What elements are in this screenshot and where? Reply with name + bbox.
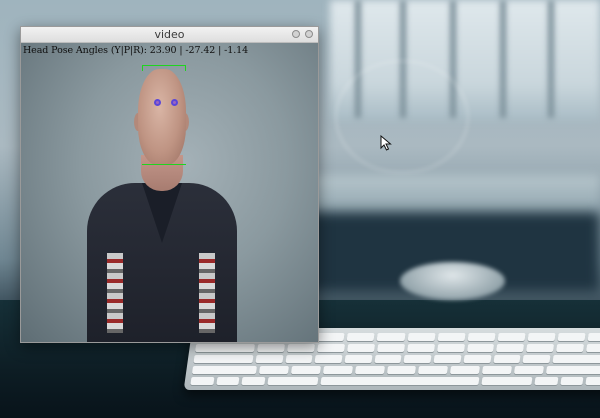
close-icon[interactable] — [305, 30, 313, 38]
head-pose-readout: Head Pose Angles (Y|P|R): 23.90 | -27.42… — [23, 45, 249, 56]
video-window[interactable]: video Head Pose Angles (Y|P|R): 23.90 | … — [20, 26, 319, 343]
person-figure — [21, 43, 318, 342]
pose-box-top — [142, 65, 186, 66]
mouse-pointer-icon — [380, 135, 392, 151]
video-frame: Head Pose Angles (Y|P|R): 23.90 | -27.42… — [21, 43, 318, 342]
window-titlebar[interactable]: video — [21, 27, 318, 43]
window-title: video — [154, 28, 185, 41]
wallpaper-cup — [400, 262, 505, 300]
right-eye-marker — [171, 99, 178, 106]
pose-box-bottom — [142, 164, 186, 165]
person-head — [138, 69, 186, 165]
left-eye-marker — [154, 99, 161, 106]
maximize-icon[interactable] — [292, 30, 300, 38]
